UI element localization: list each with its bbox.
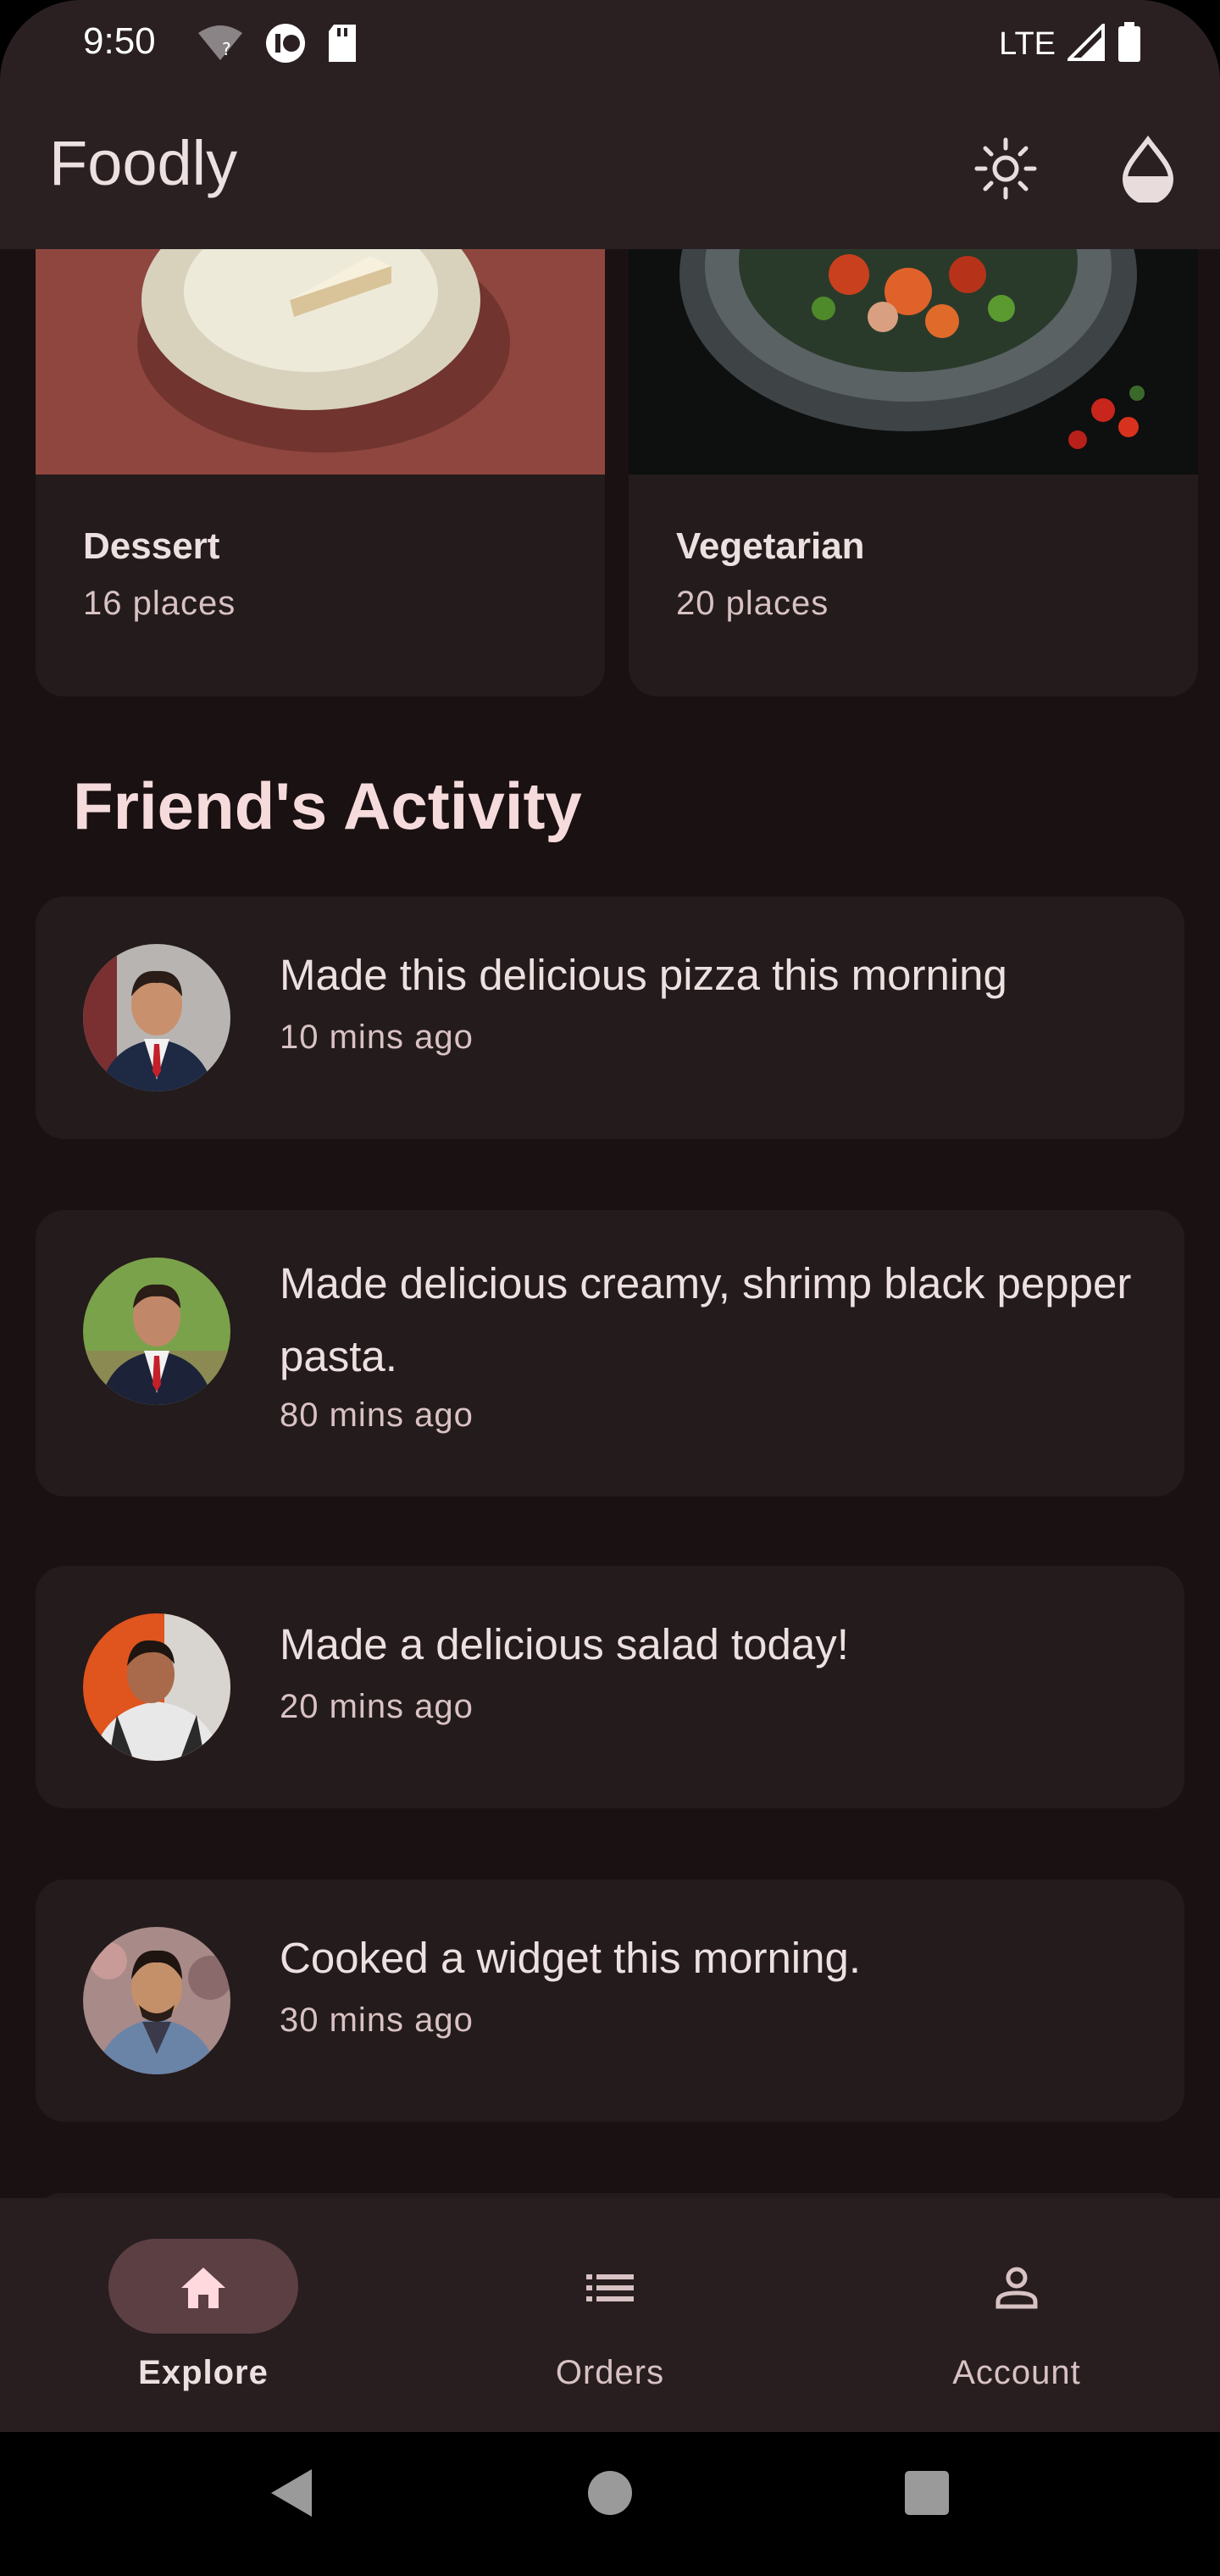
activity-time: 30 mins ago: [280, 2001, 474, 2039]
bottom-navigation-bar: Explore Orders Account: [0, 2198, 1220, 2432]
scroll-content[interactable]: Dessert 16 places Vegetarian 20 places F…: [0, 249, 1220, 2198]
activity-time: 20 mins ago: [280, 1688, 474, 1725]
nav-item-explore[interactable]: Explore: [107, 2239, 327, 2391]
water-drop-icon: [1118, 135, 1178, 207]
phone-screen: 9:50 ? LTE Foodly Dessert 16 places Vege…: [0, 0, 1220, 2576]
avatar: [83, 1927, 230, 2074]
category-count: 16 places: [83, 585, 236, 622]
activity-card[interactable]: Made delicious creamy, shrimp black pepp…: [36, 1210, 1184, 1496]
nav-label: Orders: [555, 2354, 665, 2391]
status-time: 9:50: [83, 20, 156, 62]
activity-card[interactable]: Made this delicious pizza this morning 1…: [36, 897, 1184, 1139]
avatar: [83, 944, 230, 1091]
person-icon: [991, 2262, 1042, 2313]
app-notification-icon: [264, 22, 307, 69]
category-card-vegetarian[interactable]: Vegetarian 20 places: [629, 249, 1198, 697]
top-app-bar: Foodly: [0, 85, 1220, 249]
wifi-icon: ?: [197, 25, 244, 66]
status-bar: 9:50 ? LTE: [0, 0, 1220, 85]
system-navigation-bar: [0, 2432, 1220, 2576]
list-icon: [585, 2262, 635, 2313]
activity-card[interactable]: Cooked a widget this morning. 30 mins ag…: [36, 1879, 1184, 2122]
avatar: [83, 1613, 230, 1761]
activity-text: Made a delicious salad today!: [280, 1620, 849, 1668]
activity-time: 80 mins ago: [280, 1396, 474, 1434]
section-title-friends-activity: Friend's Activity: [73, 769, 582, 843]
category-count: 20 places: [676, 585, 829, 622]
vegetarian-image: [629, 249, 1198, 475]
sd-card-icon: [327, 25, 358, 66]
color-picker-button[interactable]: [1110, 132, 1186, 208]
theme-toggle-button[interactable]: [968, 132, 1044, 208]
network-type-label: LTE: [999, 26, 1056, 62]
nav-item-account[interactable]: Account: [907, 2239, 1127, 2391]
nav-label: Explore: [138, 2354, 269, 2391]
brightness-icon: [972, 135, 1040, 207]
activity-card[interactable]: Made a delicious salad today! 20 mins ag…: [36, 1566, 1184, 1808]
home-button[interactable]: [586, 2466, 634, 2524]
signal-icon: [1065, 21, 1105, 65]
category-title: Dessert: [83, 525, 220, 567]
back-button[interactable]: [268, 2466, 315, 2524]
dessert-image: [36, 249, 605, 475]
app-title: Foodly: [49, 128, 238, 198]
activity-time: 10 mins ago: [280, 1019, 474, 1056]
category-title: Vegetarian: [676, 525, 865, 567]
nav-label: Account: [952, 2354, 1081, 2391]
activity-text: Made delicious creamy, shrimp black pepp…: [280, 1259, 1132, 1380]
avatar: [83, 1257, 230, 1405]
svg-text:?: ?: [222, 39, 231, 59]
recents-button[interactable]: [903, 2466, 951, 2524]
activity-text: Cooked a widget this morning.: [280, 1934, 862, 1982]
category-card-dessert[interactable]: Dessert 16 places: [36, 249, 605, 697]
activity-text: Made this delicious pizza this morning: [280, 951, 1007, 999]
nav-item-orders[interactable]: Orders: [500, 2239, 720, 2391]
home-icon: [178, 2262, 229, 2313]
battery-icon: [1117, 22, 1142, 67]
